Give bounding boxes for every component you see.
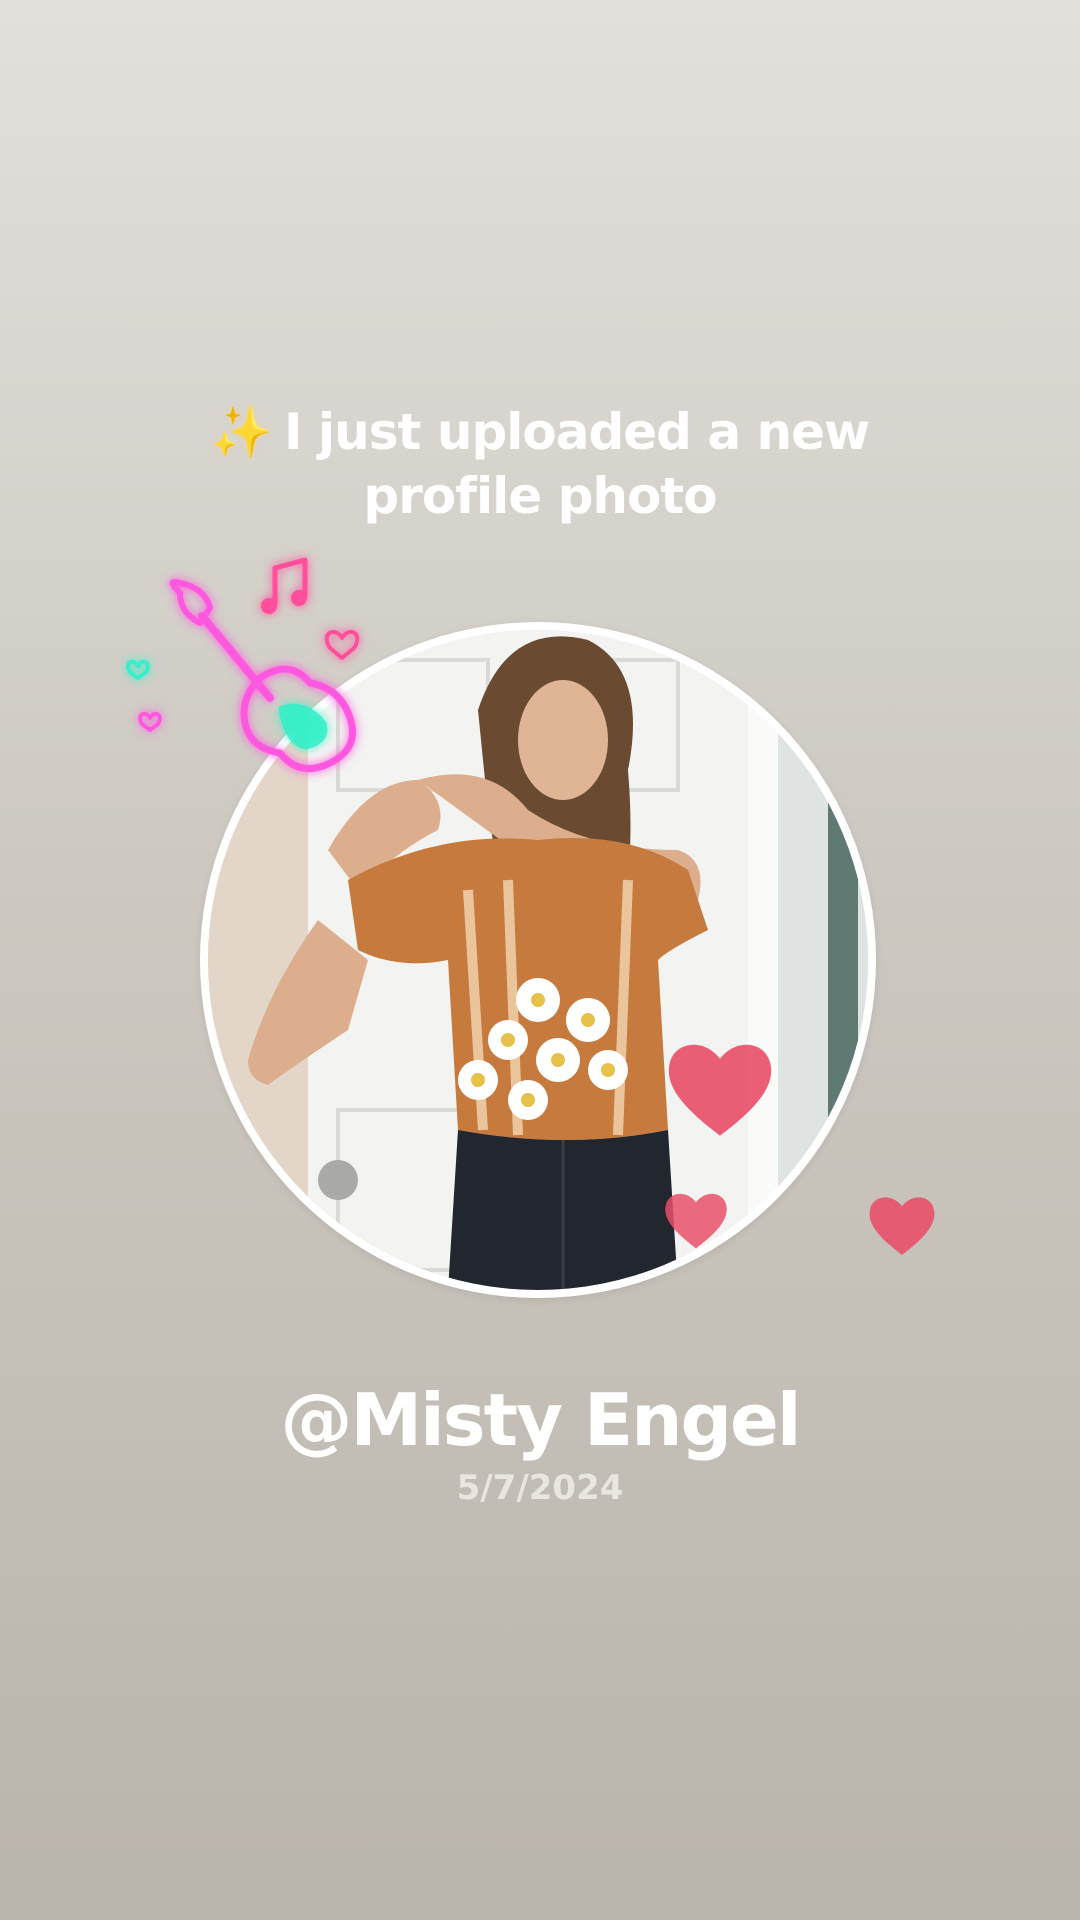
heart-icon bbox=[869, 1197, 935, 1255]
neon-guitar-icon bbox=[126, 557, 360, 773]
story-headline: ✨ I just uploaded a new profile photo bbox=[140, 400, 940, 528]
heart-icon bbox=[665, 1193, 727, 1249]
heart-icon bbox=[668, 1044, 772, 1136]
sparkles-icon: ✨ bbox=[210, 403, 273, 461]
username: @Misty Engel bbox=[280, 1378, 801, 1462]
upload-date: 5/7/2024 bbox=[456, 1468, 624, 1508]
headline-text: I just uploaded a new profile photo bbox=[284, 403, 870, 525]
story-screen: ✨ I just uploaded a new profile photo @M… bbox=[0, 0, 1080, 1920]
